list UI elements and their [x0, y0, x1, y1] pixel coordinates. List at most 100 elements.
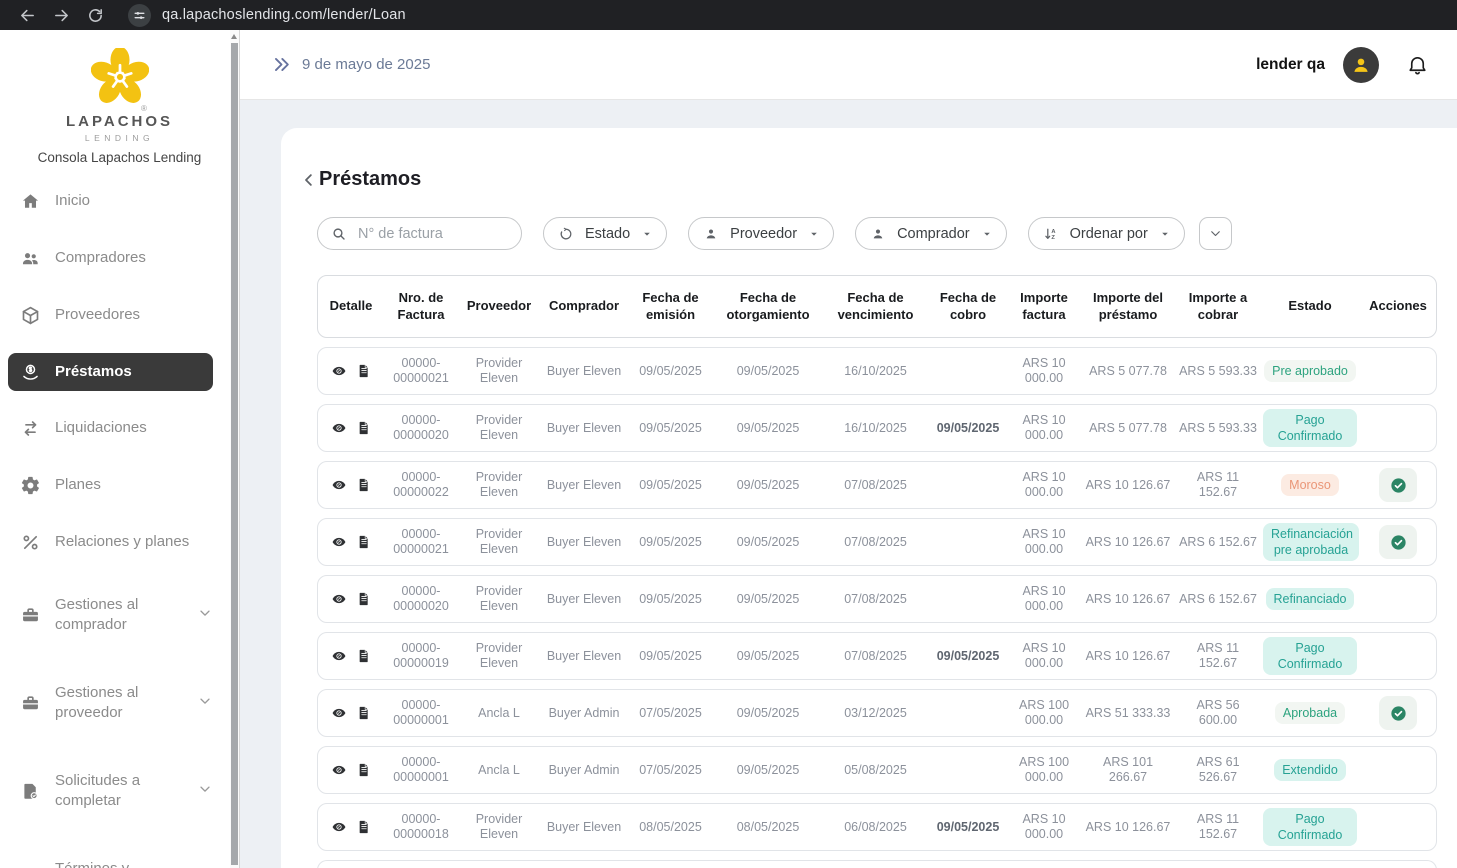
table-row: 00000-00000018Provider ElevenBuyer Eleve… — [317, 803, 1437, 851]
cell-provider: Provider Eleven — [458, 584, 540, 614]
cell-provider: Provider Eleven — [458, 356, 540, 386]
browser-refresh-icon[interactable] — [78, 0, 112, 30]
cell-invoice: 00000-00000020 — [384, 584, 458, 614]
cell-fecha-emision: 09/05/2025 — [628, 478, 713, 493]
briefcase-icon — [18, 603, 42, 627]
file-text-icon[interactable] — [356, 648, 372, 664]
address-bar[interactable]: qa.lapachoslending.com/lender/Loan — [128, 4, 406, 27]
cell-invoice: 00000-00000021 — [384, 527, 458, 557]
cell-fecha-emision: 07/05/2025 — [628, 706, 713, 721]
eye-icon[interactable] — [331, 477, 347, 493]
double-chevron-right-icon[interactable] — [272, 55, 291, 74]
current-date: 9 de mayo de 2025 — [302, 56, 430, 73]
cell-importe-factura: ARS 10 000.00 — [1008, 584, 1080, 614]
approve-action-button[interactable] — [1379, 696, 1417, 730]
approve-action-button[interactable] — [1379, 468, 1417, 502]
cell-fecha-emision: 09/05/2025 — [628, 535, 713, 550]
cell-fecha-otorgamiento: 09/05/2025 — [713, 535, 823, 550]
status-badge: Extendido — [1274, 759, 1346, 781]
file-text-icon[interactable] — [356, 477, 372, 493]
scrollbar-thumb[interactable] — [231, 43, 238, 865]
eye-icon[interactable] — [331, 762, 347, 778]
file-text-icon[interactable] — [356, 420, 372, 436]
cell-importe-cobrar: ARS 11 152.67 — [1176, 641, 1260, 671]
sidebar-item-relaciones-y-planes[interactable]: Relaciones y planes — [8, 514, 213, 571]
cell-acciones — [1360, 696, 1436, 730]
chevron-down-icon — [1208, 226, 1223, 241]
filter-label: Comprador — [897, 226, 970, 242]
eye-icon[interactable] — [331, 705, 347, 721]
status-badge: Pre aprobado — [1264, 360, 1356, 382]
cell-estado: Aprobada — [1260, 702, 1360, 724]
file-text-icon[interactable] — [356, 762, 372, 778]
cell-importe-prestamo: ARS 101 266.67 — [1080, 755, 1176, 785]
sidebar-item-proveedores[interactable]: Proveedores — [8, 287, 213, 344]
file-text-icon[interactable] — [356, 534, 372, 550]
cell-provider: Provider Eleven — [458, 470, 540, 500]
approve-action-button[interactable] — [1379, 525, 1417, 559]
cell-importe-factura: ARS 100 000.00 — [1008, 755, 1080, 785]
proveedor-filter-dropdown[interactable]: Proveedor — [688, 217, 834, 250]
cell-fecha-emision: 08/05/2025 — [628, 820, 713, 835]
sidebar-item-gestiones-al-proveedor[interactable]: Gestiones al proveedor — [8, 659, 213, 747]
file-text-icon[interactable] — [356, 819, 372, 835]
scroll-up-arrow-icon[interactable] — [231, 34, 237, 39]
eye-icon[interactable] — [331, 363, 347, 379]
briefcase-icon — [18, 691, 42, 715]
cell-buyer: Buyer Eleven — [540, 592, 628, 607]
svg-text:A: A — [1051, 228, 1055, 234]
chevron-left-icon[interactable] — [300, 171, 318, 189]
cell-estado: Refinanciación pre aprobada — [1260, 523, 1360, 562]
eye-icon[interactable] — [331, 420, 347, 436]
browser-forward-icon[interactable] — [44, 0, 78, 30]
estado-filter-dropdown[interactable]: Estado — [543, 217, 667, 250]
browser-back-icon[interactable] — [10, 0, 44, 30]
cell-provider: Provider Eleven — [458, 812, 540, 842]
eye-icon[interactable] — [331, 819, 347, 835]
file-text-icon[interactable] — [356, 705, 372, 721]
console-label: Consola Lapachos Lending — [0, 150, 239, 165]
browser-chrome: qa.lapachoslending.com/lender/Loan — [0, 0, 1457, 30]
expand-filters-button[interactable] — [1199, 217, 1232, 250]
cell-importe-prestamo: ARS 51 333.33 — [1080, 706, 1176, 721]
sidebar-item-label: Términos y condiciones — [55, 859, 197, 868]
loan-icon — [18, 360, 42, 384]
cell-importe-cobrar: ARS 5 593.33 — [1176, 364, 1260, 379]
cell-fecha-vencimiento: 06/08/2025 — [823, 820, 928, 835]
comprador-filter-dropdown[interactable]: Comprador — [855, 217, 1007, 250]
sidebar-scrollbar[interactable] — [230, 30, 239, 868]
column-header-acciones: Acciones — [1360, 298, 1436, 314]
cell-fecha-cobro: 09/05/2025 — [928, 820, 1008, 835]
search-input[interactable] — [356, 225, 506, 243]
sidebar-item-prestamos[interactable]: Préstamos — [8, 353, 213, 391]
invoice-search-field[interactable] — [317, 217, 522, 250]
sidebar-item-label: Planes — [55, 475, 101, 495]
eye-icon[interactable] — [331, 648, 347, 664]
notifications-bell-icon[interactable] — [1406, 53, 1429, 76]
file-text-icon[interactable] — [356, 591, 372, 607]
sidebar-item-terminos-y-condiciones[interactable]: Términos y condiciones — [8, 835, 213, 868]
cell-detalle — [318, 420, 384, 436]
sidebar-item-compradores[interactable]: Compradores — [8, 230, 213, 287]
file-text-icon[interactable] — [356, 363, 372, 379]
sidebar-item-planes[interactable]: Planes — [8, 457, 213, 514]
sidebar-item-solicitudes-a-completar[interactable]: Solicitudes a completar — [8, 747, 213, 835]
cell-estado: Pre aprobado — [1260, 360, 1360, 382]
cell-fecha-emision: 09/05/2025 — [628, 592, 713, 607]
eye-icon[interactable] — [331, 591, 347, 607]
cell-detalle — [318, 762, 384, 778]
sidebar-item-gestiones-al-comprador[interactable]: Gestiones al comprador — [8, 571, 213, 659]
url-text[interactable]: qa.lapachoslending.com/lender/Loan — [162, 7, 406, 23]
sidebar-item-inicio[interactable]: Inicio — [8, 173, 213, 230]
eye-icon[interactable] — [331, 534, 347, 550]
cell-acciones — [1360, 468, 1436, 502]
ordenar-por-filter-dropdown[interactable]: AZOrdenar por — [1028, 217, 1185, 250]
cell-buyer: Buyer Eleven — [540, 478, 628, 493]
percent-icon — [18, 531, 42, 555]
cell-fecha-emision: 09/05/2025 — [628, 421, 713, 436]
site-settings-icon[interactable] — [128, 4, 151, 27]
sidebar-item-liquidaciones[interactable]: Liquidaciones — [8, 400, 213, 457]
cell-fecha-emision: 09/05/2025 — [628, 649, 713, 664]
cell-estado: Moroso — [1260, 474, 1360, 496]
avatar[interactable] — [1343, 47, 1379, 83]
